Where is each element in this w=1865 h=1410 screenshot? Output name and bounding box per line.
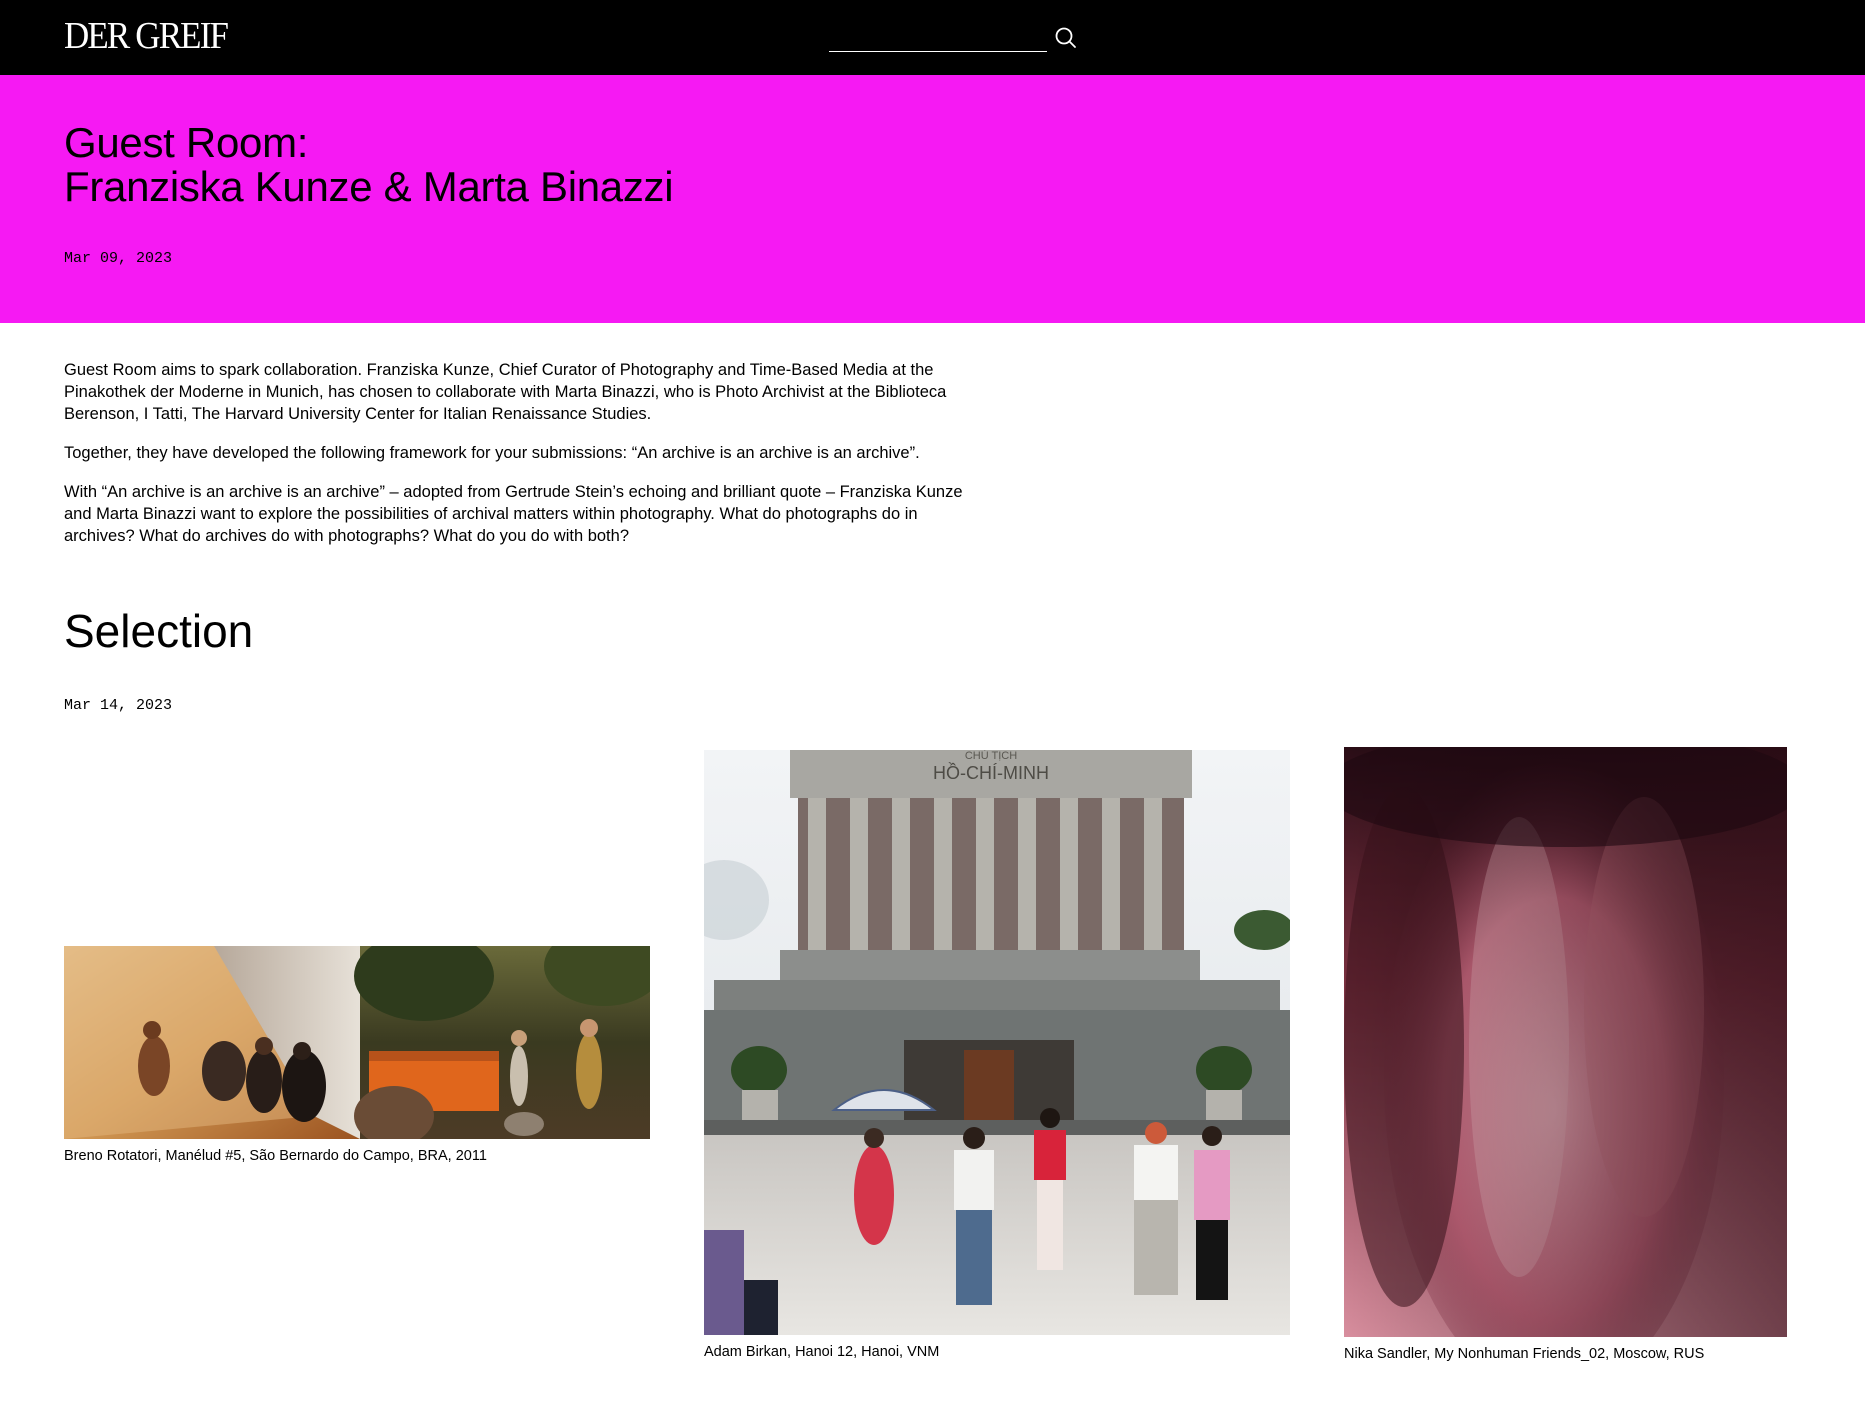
publish-date: Mar 09, 2023 — [64, 250, 173, 267]
mausoleum-sign-small: CHỦ TỊCH — [965, 750, 1017, 762]
intro-paragraph: Guest Room aims to spark collaboration. … — [64, 361, 947, 423]
photo-image: CHỦ TỊCH HỒ-CHÍ-MINH — [704, 750, 1290, 1335]
search-bar — [829, 22, 1079, 52]
page-title-line-2: Franziska Kunze & Marta Binazzi — [64, 163, 674, 210]
site-header: DER GREIF — [0, 0, 1865, 75]
page-title: Guest Room: Franziska Kunze & Marta Bina… — [64, 119, 674, 210]
intro-paragraph: With “An archive is an archive is an arc… — [64, 483, 963, 545]
search-icon[interactable] — [1053, 25, 1079, 51]
intro-text: Guest Room aims to spark collaboration. … — [64, 359, 974, 564]
mausoleum-sign-large: HỒ-CHÍ-MINH — [933, 762, 1049, 783]
search-input[interactable] — [829, 22, 1047, 52]
photo-breno-rotatori[interactable] — [64, 946, 650, 1139]
selection-heading: Selection — [64, 605, 254, 657]
photo-caption: Breno Rotatori, Manélud #5, São Bernardo… — [64, 1148, 487, 1164]
hero-banner: Guest Room: Franziska Kunze & Marta Bina… — [0, 75, 1865, 323]
intro-paragraph: Together, they have developed the follow… — [64, 444, 920, 462]
page-title-line-1: Guest Room: — [64, 119, 309, 166]
photo-caption: Adam Birkan, Hanoi 12, Hanoi, VNM — [704, 1344, 940, 1360]
photo-caption: Nika Sandler, My Nonhuman Friends_02, Mo… — [1344, 1346, 1705, 1362]
photo-image — [1344, 747, 1787, 1337]
site-logo[interactable]: DER GREIF — [64, 16, 229, 56]
selection-date: Mar 14, 2023 — [64, 697, 173, 714]
photo-adam-birkan[interactable]: CHỦ TỊCH HỒ-CHÍ-MINH — [704, 750, 1290, 1335]
photo-image — [64, 946, 650, 1139]
photo-nika-sandler[interactable] — [1344, 747, 1787, 1337]
